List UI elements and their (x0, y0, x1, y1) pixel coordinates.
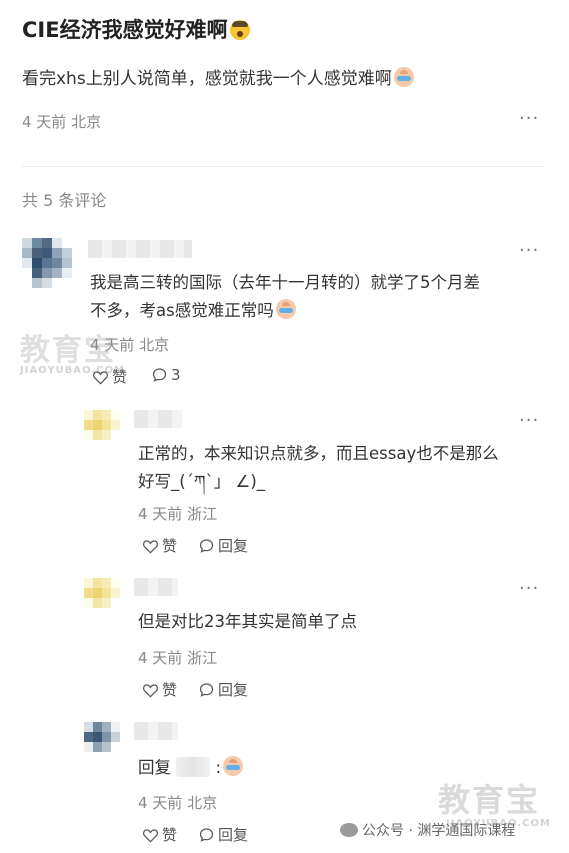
heart-icon (143, 829, 158, 843)
reply-like-button[interactable]: 赞 (142, 824, 177, 845)
reply-more-options-icon[interactable]: ··· (519, 410, 539, 431)
reply-suffix: : (215, 758, 222, 777)
post-title-text: CIE经济我感觉好难啊 (22, 18, 228, 42)
reply-like-button[interactable]: 赞 (142, 679, 177, 700)
comment-meta: 4 天前 北京 (90, 336, 170, 354)
reply-text-line2: 好写_(´ཀ`」 ∠)_ (138, 472, 266, 491)
reply-avatar[interactable] (84, 410, 120, 440)
speech-bubble-icon (152, 368, 167, 382)
wechat-icon (340, 823, 358, 837)
reply-reply-button[interactable]: 回复 (198, 679, 248, 700)
reply-reply-button[interactable]: 回复 (198, 824, 248, 845)
reply-text-line1: 但是对比23年其实是简单了点 (138, 612, 357, 631)
source-text: 公众号 · 渊学通国际课程 (362, 823, 516, 839)
comment-text-line1: 我是高三转的国际（去年十一月转的）就学了5个月差 (90, 273, 480, 292)
watermark-logo: 教育宝 (438, 781, 541, 819)
comment-text-line2: 不多，考as感觉难正常吗 (90, 297, 296, 325)
reply-count: 3 (171, 366, 181, 384)
crying-face-emoji-icon (393, 67, 414, 87)
divider (22, 166, 543, 167)
post-more-options-icon[interactable]: ··· (519, 108, 539, 129)
speech-bubble-icon (199, 828, 214, 842)
reply-author-name[interactable] (134, 722, 178, 740)
source-tag: 公众号 · 渊学通国际课程 (340, 820, 515, 840)
post-title: CIE经济我感觉好难啊 (22, 14, 250, 44)
reply-label: 回复 (218, 826, 249, 844)
reply-reply-button[interactable]: 回复 (198, 535, 248, 556)
crying-face-emoji-icon (223, 756, 244, 776)
comment-more-options-icon[interactable]: ··· (519, 240, 539, 261)
comment-text-line2-text: 不多，考as感觉难正常吗 (90, 301, 274, 320)
post-meta: 4 天前 北京 (22, 113, 102, 131)
post-body: 看完xhs上别人说简单，感觉就我一个人感觉难啊 (22, 64, 414, 89)
mentioned-user-name[interactable] (176, 757, 211, 777)
heart-icon (143, 540, 158, 554)
comment-reply-button[interactable]: 3 (151, 366, 181, 384)
speech-bubble-icon (199, 683, 214, 697)
comment-count: 共 5 条评论 (22, 191, 107, 210)
reply-avatar[interactable] (84, 578, 120, 608)
shocked-face-emoji-icon (229, 20, 250, 40)
reply-author-name[interactable] (134, 410, 182, 428)
comment-like-button[interactable]: 赞 (92, 366, 127, 387)
heart-icon (143, 684, 158, 698)
reply-text-line1: 回复 : (138, 754, 244, 782)
comment-author-name[interactable] (88, 240, 192, 258)
reply-meta: 4 天前 浙江 (138, 649, 218, 667)
reply-more-options-icon[interactable]: ··· (519, 578, 539, 599)
reply-author-name[interactable] (134, 578, 178, 596)
reply-label: 回复 (218, 681, 249, 699)
like-label: 赞 (162, 681, 178, 699)
reply-meta: 4 天前 北京 (138, 794, 218, 812)
like-label: 赞 (162, 826, 178, 844)
post-body-text: 看完xhs上别人说简单，感觉就我一个人感觉难啊 (22, 69, 392, 89)
comment-avatar[interactable] (22, 238, 72, 288)
reply-meta: 4 天前 浙江 (138, 505, 218, 523)
like-label: 赞 (162, 537, 178, 555)
heart-icon (93, 371, 108, 385)
reply-label: 回复 (218, 537, 249, 555)
speech-bubble-icon (199, 539, 214, 553)
reply-avatar[interactable] (84, 722, 120, 752)
reply-like-button[interactable]: 赞 (142, 535, 177, 556)
crying-face-emoji-icon (275, 299, 296, 319)
reply-text-line1: 正常的，本来知识点就多，而且essay也不是那么 (138, 444, 499, 463)
like-label: 赞 (112, 368, 128, 386)
reply-prefix: 回复 (138, 758, 171, 777)
